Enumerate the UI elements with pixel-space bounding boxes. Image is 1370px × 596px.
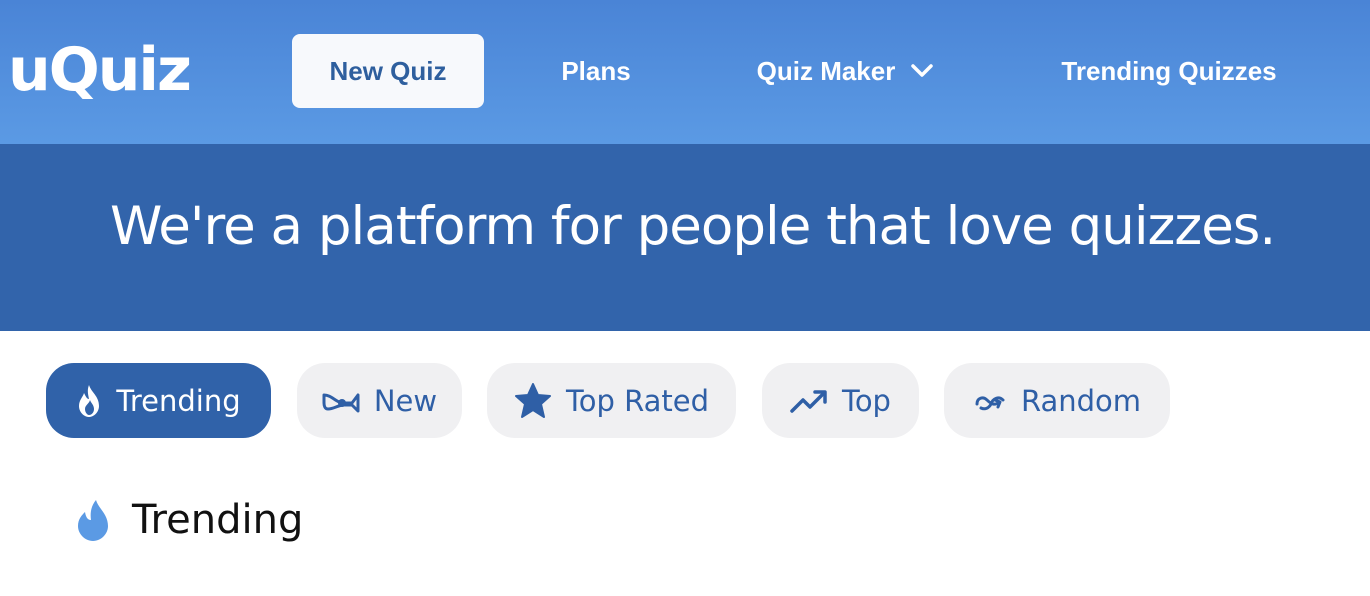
star-icon bbox=[514, 382, 552, 419]
filter-random-label: Random bbox=[1020, 383, 1142, 418]
horn-icon bbox=[322, 389, 360, 413]
logo[interactable]: uQuiz bbox=[8, 30, 192, 110]
quiz-filter-bar: Trending New Top Rated Top Random bbox=[0, 363, 1370, 439]
filter-top-pill[interactable]: Top bbox=[762, 363, 919, 438]
shuffle-icon bbox=[973, 388, 1007, 414]
logo-text: uQuiz bbox=[8, 35, 192, 105]
filter-trending-label: Trending bbox=[116, 383, 241, 418]
new-quiz-label: New Quiz bbox=[329, 55, 447, 86]
filter-new-pill[interactable]: New bbox=[297, 363, 462, 438]
nav-quiz-maker-dropdown[interactable]: Quiz Maker bbox=[735, 34, 955, 108]
quiz-maker-label: Quiz Maker bbox=[756, 55, 896, 86]
nav-trending-quizzes-link[interactable]: Trending Quizzes bbox=[1040, 34, 1298, 108]
filter-top-rated-label: Top Rated bbox=[565, 383, 710, 418]
trending-quizzes-label: Trending Quizzes bbox=[1061, 55, 1277, 86]
top-navigation: uQuiz New Quiz Plans Quiz Maker Trending… bbox=[0, 0, 1370, 144]
hero-banner: We're a platform for people that love qu… bbox=[0, 144, 1370, 331]
filter-top-label: Top bbox=[842, 383, 891, 418]
flame-icon bbox=[76, 384, 102, 418]
plans-label: Plans bbox=[561, 55, 631, 86]
filter-trending-pill[interactable]: Trending bbox=[46, 363, 271, 438]
new-quiz-button[interactable]: New Quiz bbox=[292, 34, 484, 108]
nav-plans-link[interactable]: Plans bbox=[530, 34, 662, 108]
section-heading: Trending bbox=[76, 494, 303, 546]
filter-random-pill[interactable]: Random bbox=[944, 363, 1170, 438]
filter-new-label: New bbox=[373, 383, 438, 418]
chevron-down-icon bbox=[911, 64, 934, 78]
filter-top-rated-pill[interactable]: Top Rated bbox=[487, 363, 736, 438]
hero-headline: We're a platform for people that love qu… bbox=[110, 196, 1276, 257]
trending-up-icon bbox=[790, 388, 828, 414]
section-title: Trending bbox=[132, 497, 304, 543]
flame-icon bbox=[76, 498, 110, 542]
